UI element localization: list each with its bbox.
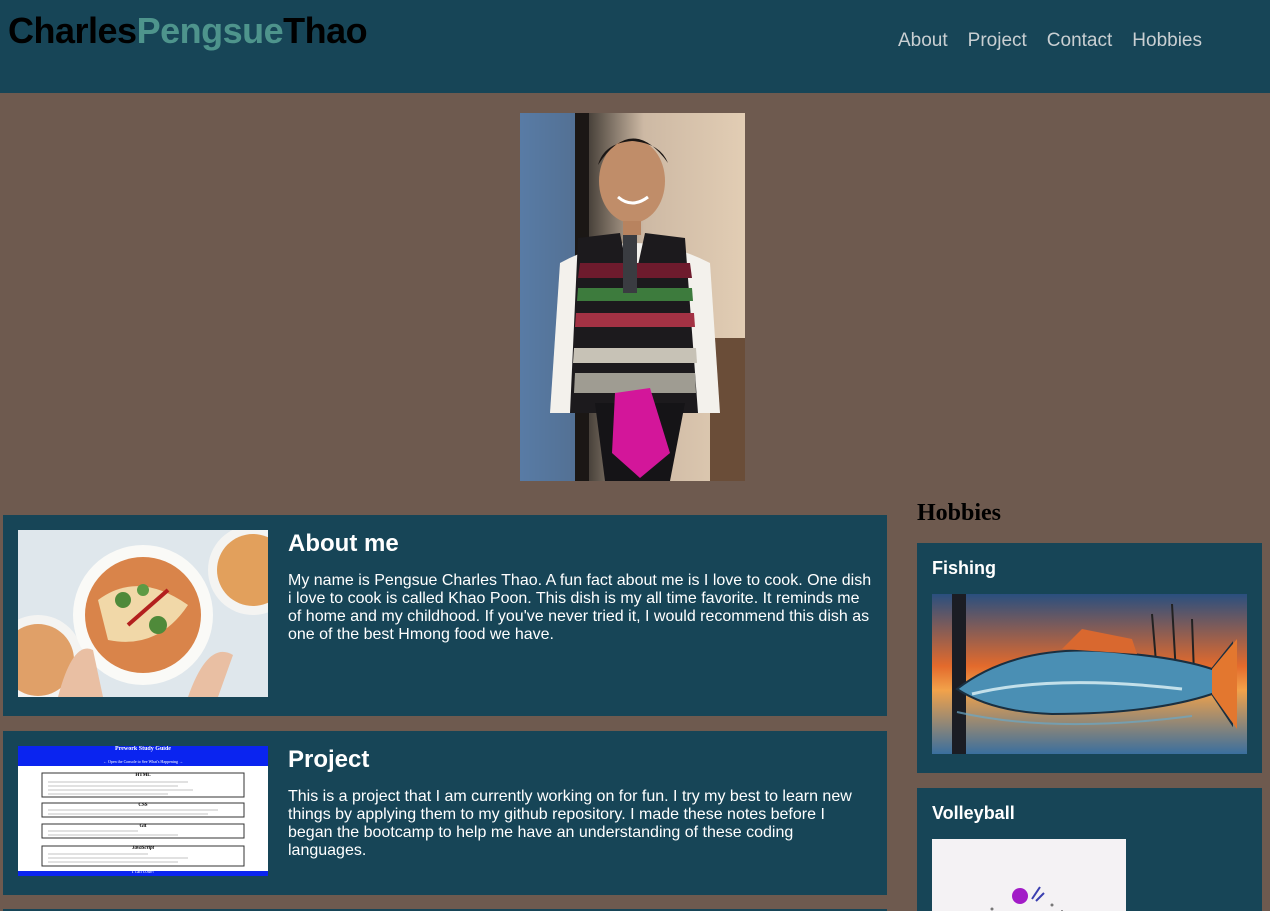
- logo-last-name: Thao: [283, 10, 368, 51]
- nav-link-about[interactable]: About: [898, 30, 948, 52]
- hobbies-heading: Hobbies: [917, 500, 1002, 526]
- fish-painting: [932, 594, 1247, 754]
- logo-middle-name: Pengsue: [136, 10, 284, 51]
- study-guide-screenshot: [18, 746, 268, 876]
- nav-link-project[interactable]: Project: [968, 30, 1027, 52]
- study-guide-subtitle: ← Open the Console to See What's Happeni…: [103, 759, 183, 764]
- study-guide-footer: I can code!: [131, 870, 155, 875]
- study-guide-section-css: CSS: [138, 803, 148, 808]
- nav-link-hobbies[interactable]: Hobbies: [1132, 30, 1202, 52]
- fishing-image: [932, 594, 1247, 754]
- study-guide-section-git: Git: [139, 824, 147, 829]
- hobby-title-fishing: Fishing: [932, 558, 996, 578]
- hobby-title-volleyball: Volleyball: [932, 803, 1015, 823]
- nav-link-contact[interactable]: Contact: [1047, 30, 1112, 52]
- project-title: Project: [288, 746, 370, 773]
- project-thumbnail: Prework Study Guide ← Open the Console t…: [18, 746, 268, 876]
- about-card: About me My name is Pengsue Charles Thao…: [3, 515, 887, 716]
- khao-poon-photo: [18, 530, 268, 697]
- profile-photo-graphic: [520, 113, 745, 481]
- study-guide-section-js: JavaScript: [132, 846, 154, 851]
- site-logo[interactable]: CharlesPengsueThao: [8, 10, 368, 52]
- hobby-card-volleyball: Volleyball: [917, 788, 1262, 911]
- about-thumbnail: [18, 530, 268, 697]
- volleyball-image: [932, 839, 1126, 911]
- about-title: About me: [288, 530, 399, 557]
- logo-first-name: Charles: [8, 10, 137, 51]
- project-text: This is a project that I am currently wo…: [288, 788, 852, 859]
- about-text: My name is Pengsue Charles Thao. A fun f…: [288, 572, 872, 643]
- hobby-card-fishing: Fishing: [917, 543, 1262, 773]
- project-card: Prework Study Guide ← Open the Console t…: [3, 731, 887, 895]
- profile-photo: [520, 113, 745, 481]
- site-header: CharlesPengsueThao About Project Contact…: [0, 0, 1270, 93]
- volleyball-painting: [932, 839, 1126, 911]
- study-guide-title: Prework Study Guide: [115, 746, 171, 752]
- study-guide-section-html: HTML: [135, 773, 151, 778]
- main-nav: About Project Contact Hobbies: [898, 30, 1202, 52]
